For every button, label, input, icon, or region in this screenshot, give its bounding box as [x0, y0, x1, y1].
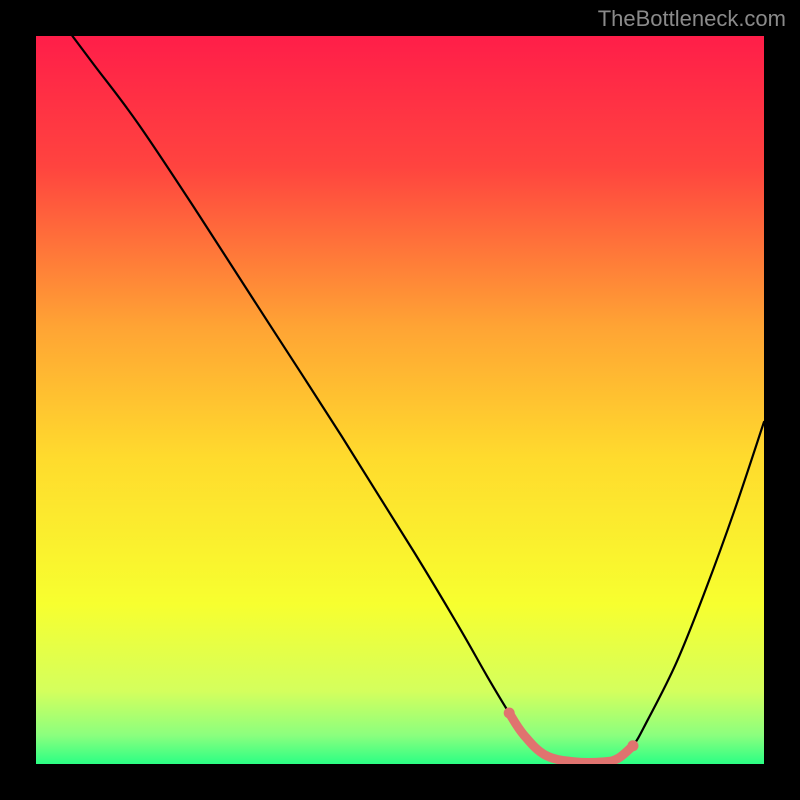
- plot-gradient-area: [36, 36, 764, 764]
- chart-svg: [0, 0, 800, 800]
- watermark-text: TheBottleneck.com: [598, 6, 786, 32]
- highlight-endpoint-dot: [627, 740, 638, 751]
- highlight-endpoint-dot: [504, 708, 515, 719]
